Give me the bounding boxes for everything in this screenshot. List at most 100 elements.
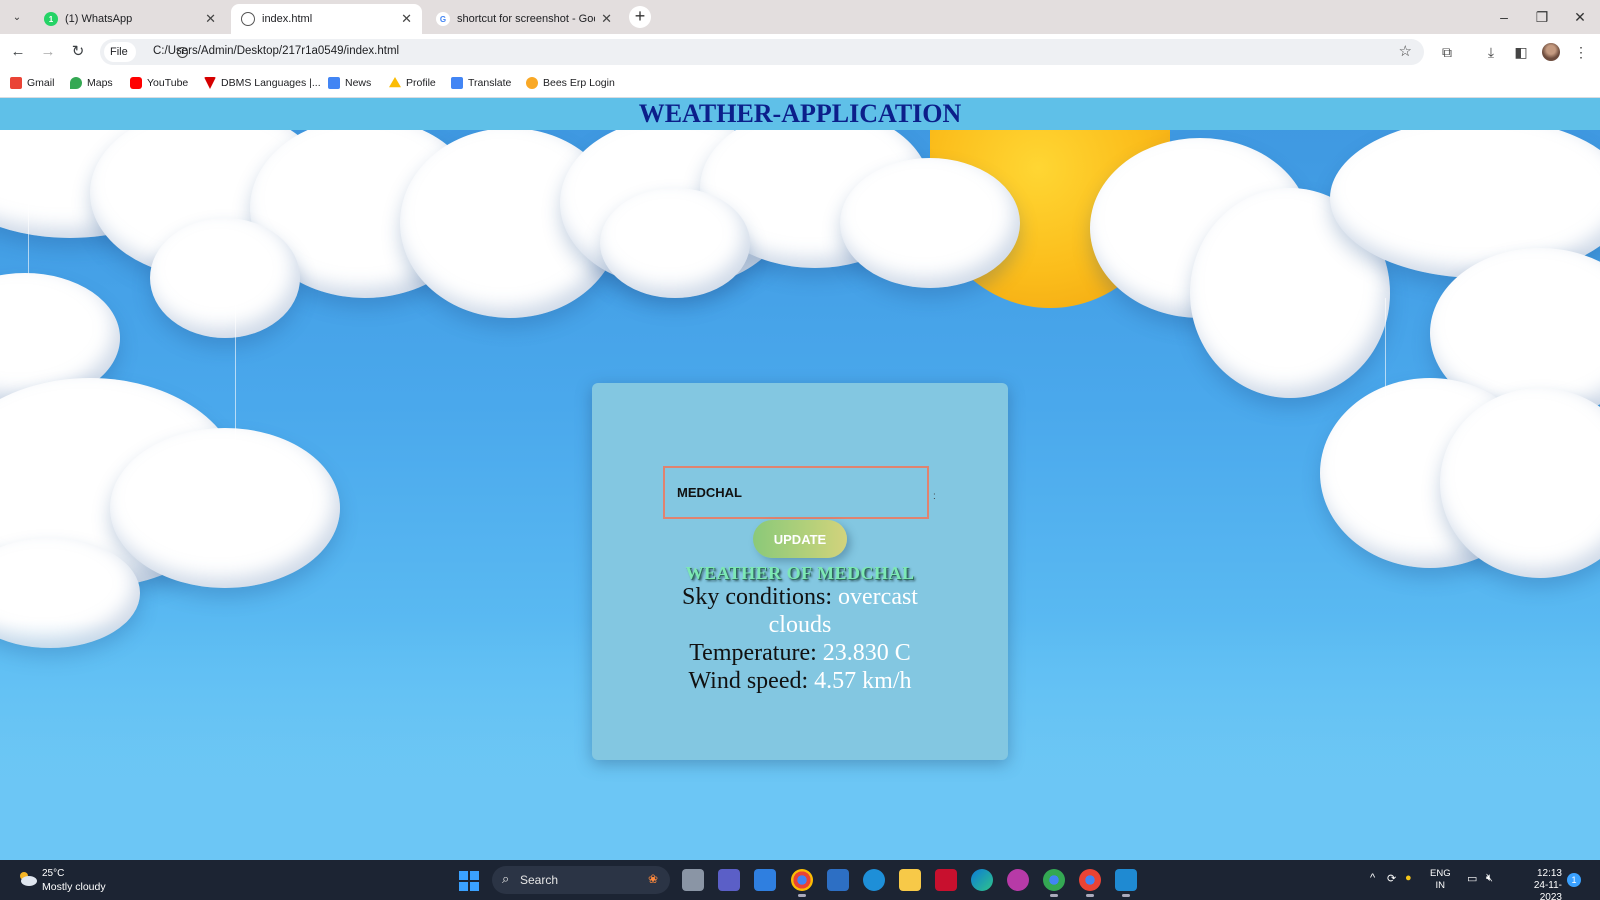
globe-icon	[241, 12, 255, 26]
bookmark-gmail[interactable]: Gmail	[10, 77, 54, 89]
weather-card: : UPDATE WEATHER OF MEDCHAL Sky conditio…	[592, 383, 1008, 760]
restore-icon[interactable]: ❐	[1527, 6, 1557, 28]
update-button[interactable]: UPDATE	[753, 520, 847, 558]
bookmark-translate[interactable]: Translate	[451, 77, 511, 89]
sky-label: Sky conditions:	[682, 584, 833, 610]
wind-speed: Wind speed: 4.57 km/h	[665, 667, 935, 695]
bookmark-label: Maps	[87, 77, 113, 89]
chrome-profile-2-icon[interactable]	[1079, 869, 1101, 897]
bookmark-label: Gmail	[27, 77, 55, 89]
chrome-profile-icon[interactable]	[1043, 869, 1065, 897]
google-icon: G	[436, 12, 450, 26]
vscode-icon[interactable]	[1115, 869, 1137, 897]
norton-icon[interactable]: ●	[1405, 872, 1412, 884]
temperature-value: 23.830 C	[822, 640, 911, 666]
close-tab-icon[interactable]: ✕	[401, 11, 412, 27]
bookmark-label: Translate	[468, 77, 512, 89]
tab-google-search[interactable]: G shortcut for screenshot - Googl ✕	[426, 4, 622, 34]
notification-badge[interactable]: 1	[1567, 873, 1581, 887]
sky-conditions: Sky conditions: overcast clouds	[665, 583, 935, 639]
search-icon: ⌕	[502, 871, 510, 886]
chrome-icon[interactable]	[791, 869, 813, 897]
bookmark-star-icon[interactable]: ☆	[1399, 42, 1412, 60]
extensions-icon[interactable]: ⧉	[1437, 42, 1457, 62]
bookmark-youtube[interactable]: YouTube	[130, 77, 188, 89]
cloud-sun-icon	[20, 872, 37, 886]
side-panel-icon[interactable]: ◧	[1511, 42, 1531, 62]
app-title: WEATHER-APPLICATION	[638, 99, 962, 128]
edge-icon[interactable]	[971, 869, 993, 891]
clock-time: 12:13	[1536, 868, 1562, 879]
wind-value: 4.57 km/h	[814, 668, 912, 694]
close-tab-icon[interactable]: ✕	[601, 11, 612, 27]
show-hidden-icons[interactable]: ^	[1370, 872, 1375, 884]
download-icon[interactable]: ⤓	[1481, 42, 1501, 62]
weather-heading: WEATHER OF MEDCHAL	[685, 563, 915, 583]
bookmark-label: Bees Erp Login	[543, 77, 615, 89]
clock-date: 24-11-2023	[1533, 880, 1562, 900]
temperature: Temperature: 23.830 C	[665, 639, 935, 667]
app-header: WEATHER-APPLICATION	[0, 98, 1600, 130]
maps-icon	[70, 77, 82, 89]
tab-strip: ⌄ 1 (1) WhatsApp ✕ index.html ✕ G shortc…	[0, 0, 1600, 34]
search-highlight-icon: ❀	[647, 872, 658, 886]
forward-icon[interactable]: →	[37, 41, 59, 63]
translate-icon	[451, 77, 463, 89]
weather-widget[interactable]	[16, 870, 38, 886]
browser-toolbar: ← → ↻ i File C:/Users/Admin/Desktop/217r…	[0, 34, 1600, 70]
bookmarks-bar: Gmail Maps YouTube DBMS Languages |... N…	[0, 70, 1600, 98]
file-explorer-icon[interactable]	[899, 869, 921, 891]
sync-icon[interactable]: ⟳	[1387, 872, 1396, 885]
network-icon[interactable]: ▭	[1467, 872, 1477, 885]
url-text[interactable]: C:/Users/Admin/Desktop/217r1a0549/index.…	[153, 45, 399, 57]
close-window-icon[interactable]: ✕	[1565, 6, 1595, 28]
dell-app-icon[interactable]	[827, 869, 849, 891]
close-tab-icon[interactable]: ✕	[205, 11, 216, 27]
bookmark-bees-erp[interactable]: Bees Erp Login	[526, 77, 615, 89]
reload-icon[interactable]: ↻	[67, 41, 89, 63]
youtube-icon	[130, 77, 142, 89]
start-button[interactable]	[459, 871, 479, 891]
mcafee-icon[interactable]	[935, 869, 957, 891]
menu-icon[interactable]: ⋮	[1571, 42, 1591, 62]
tab-title: (1) WhatsApp	[65, 13, 133, 25]
city-input[interactable]	[663, 466, 929, 519]
site-info-label: File	[110, 46, 128, 58]
bookmark-label: News	[345, 77, 372, 89]
teams-icon[interactable]	[718, 869, 740, 891]
new-tab-button[interactable]: +	[629, 6, 651, 28]
bee-icon	[526, 77, 538, 89]
taskbar: 25°C Mostly cloudy ⌕ Search ❀ ^ ⟳ ● ENG …	[0, 860, 1600, 900]
bookmark-maps[interactable]: Maps	[70, 77, 113, 89]
volume-muted-icon[interactable]: 🔇︎	[1486, 872, 1493, 885]
bookmark-profile[interactable]: Profile	[389, 77, 436, 89]
weather-desc: Mostly cloudy	[42, 881, 106, 893]
task-view-icon[interactable]	[682, 869, 704, 891]
tab-title: shortcut for screenshot - Googl	[457, 13, 596, 25]
back-icon[interactable]: ←	[7, 41, 29, 63]
weather-page: WEATHER-APPLICATION : UPDATE	[0, 98, 1600, 860]
bookmark-label: Profile	[406, 77, 436, 89]
bookmark-dbms[interactable]: DBMS Languages |...	[204, 77, 321, 89]
input-suffix: :	[933, 491, 936, 502]
profile-avatar[interactable]	[1542, 43, 1560, 61]
help-icon[interactable]	[863, 869, 885, 891]
clock[interactable]: 12:13 24-11-2023	[1512, 868, 1562, 900]
tab-index-html[interactable]: index.html ✕	[231, 4, 422, 34]
bookmark-news[interactable]: News	[328, 77, 371, 89]
lang-code: ENG	[1430, 868, 1451, 879]
language-indicator[interactable]: ENG IN	[1430, 868, 1451, 892]
tab-whatsapp[interactable]: 1 (1) WhatsApp ✕	[34, 4, 226, 34]
bookmark-label: YouTube	[147, 77, 189, 89]
tab-title: index.html	[262, 13, 313, 25]
store-icon[interactable]	[754, 869, 776, 891]
tab-search-chevron-icon[interactable]: ⌄	[6, 6, 28, 28]
app-w-icon[interactable]	[1007, 869, 1029, 891]
search-label: Search	[520, 873, 559, 887]
minimize-icon[interactable]: –	[1489, 6, 1519, 28]
address-bar[interactable]: i File C:/Users/Admin/Desktop/217r1a0549…	[100, 39, 1424, 65]
site-info-chip[interactable]: i File	[104, 42, 188, 62]
lang-region: IN	[1435, 880, 1446, 891]
taskbar-search[interactable]: ⌕ Search ❀	[492, 866, 670, 894]
dbms-icon	[204, 77, 216, 89]
